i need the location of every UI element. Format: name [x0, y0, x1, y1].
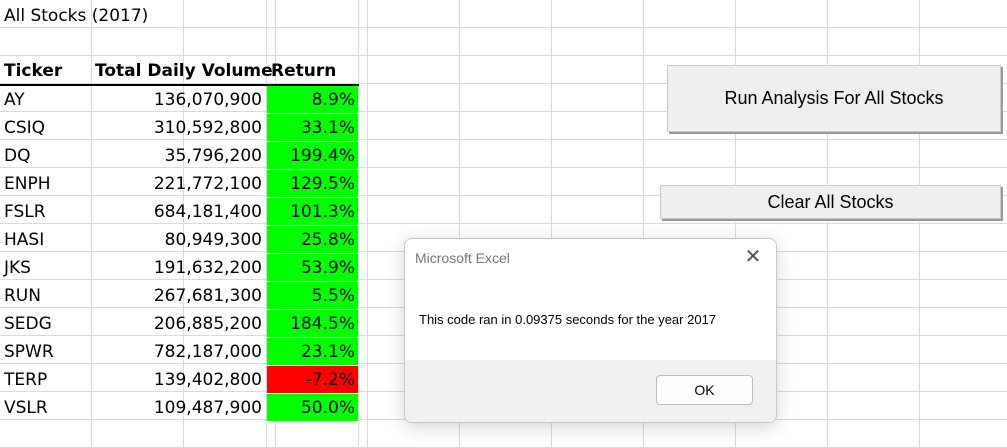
ticker-cell[interactable]: TERP: [4, 366, 90, 394]
dialog-message: This code ran in 0.09375 seconds for the…: [419, 312, 717, 327]
clear-stocks-button[interactable]: Clear All Stocks: [660, 185, 1001, 219]
return-cell[interactable]: 25.8%: [267, 226, 355, 254]
ticker-cell[interactable]: ENPH: [4, 170, 90, 198]
return-cell[interactable]: 33.1%: [267, 114, 355, 142]
ticker-cell[interactable]: VSLR: [4, 394, 90, 422]
volume-cell[interactable]: 35,796,200: [92, 142, 262, 170]
return-cell[interactable]: 5.5%: [267, 282, 355, 310]
run-analysis-button[interactable]: Run Analysis For All Stocks: [667, 65, 1001, 132]
return-cell[interactable]: 184.5%: [267, 310, 355, 338]
volume-cell[interactable]: 684,181,400: [92, 198, 262, 226]
header-volume: Total Daily Volume: [95, 61, 273, 81]
return-cell[interactable]: 199.4%: [267, 142, 355, 170]
volume-cell[interactable]: 782,187,000: [92, 338, 262, 366]
return-cell[interactable]: 129.5%: [267, 170, 355, 198]
volume-cell[interactable]: 139,402,800: [92, 366, 262, 394]
volume-cell[interactable]: 206,885,200: [92, 310, 262, 338]
ticker-cell[interactable]: FSLR: [4, 198, 90, 226]
sheet-title: All Stocks (2017): [4, 6, 149, 26]
volume-cell[interactable]: 136,070,900: [92, 86, 262, 114]
volume-cell[interactable]: 109,487,900: [92, 394, 262, 422]
ticker-cell[interactable]: SEDG: [4, 310, 90, 338]
ticker-cell[interactable]: SPWR: [4, 338, 90, 366]
volume-cell[interactable]: 310,592,800: [92, 114, 262, 142]
header-return: Return: [271, 61, 337, 81]
ticker-cell[interactable]: JKS: [4, 254, 90, 282]
ticker-cell[interactable]: HASI: [4, 226, 90, 254]
volume-cell[interactable]: 221,772,100: [92, 170, 262, 198]
dialog-footer: OK: [405, 360, 776, 422]
return-cell[interactable]: 8.9%: [267, 86, 355, 114]
return-cell[interactable]: 23.1%: [267, 338, 355, 366]
volume-cell[interactable]: 191,632,200: [92, 254, 262, 282]
header-ticker: Ticker: [4, 61, 63, 81]
ticker-cell[interactable]: RUN: [4, 282, 90, 310]
ticker-cell[interactable]: DQ: [4, 142, 90, 170]
volume-cell[interactable]: 267,681,300: [92, 282, 262, 310]
return-cell[interactable]: 50.0%: [267, 394, 355, 422]
return-cell[interactable]: -7.2%: [267, 366, 355, 394]
dialog-title: Microsoft Excel: [415, 250, 510, 266]
return-cell[interactable]: 53.9%: [267, 254, 355, 282]
close-icon[interactable]: ✕: [742, 245, 764, 269]
return-cell[interactable]: 101.3%: [267, 198, 355, 226]
ticker-cell[interactable]: AY: [4, 86, 90, 114]
ticker-cell[interactable]: CSIQ: [4, 114, 90, 142]
ok-button[interactable]: OK: [656, 375, 753, 405]
message-dialog: Microsoft Excel ✕ This code ran in 0.093…: [404, 238, 777, 423]
volume-cell[interactable]: 80,949,300: [92, 226, 262, 254]
